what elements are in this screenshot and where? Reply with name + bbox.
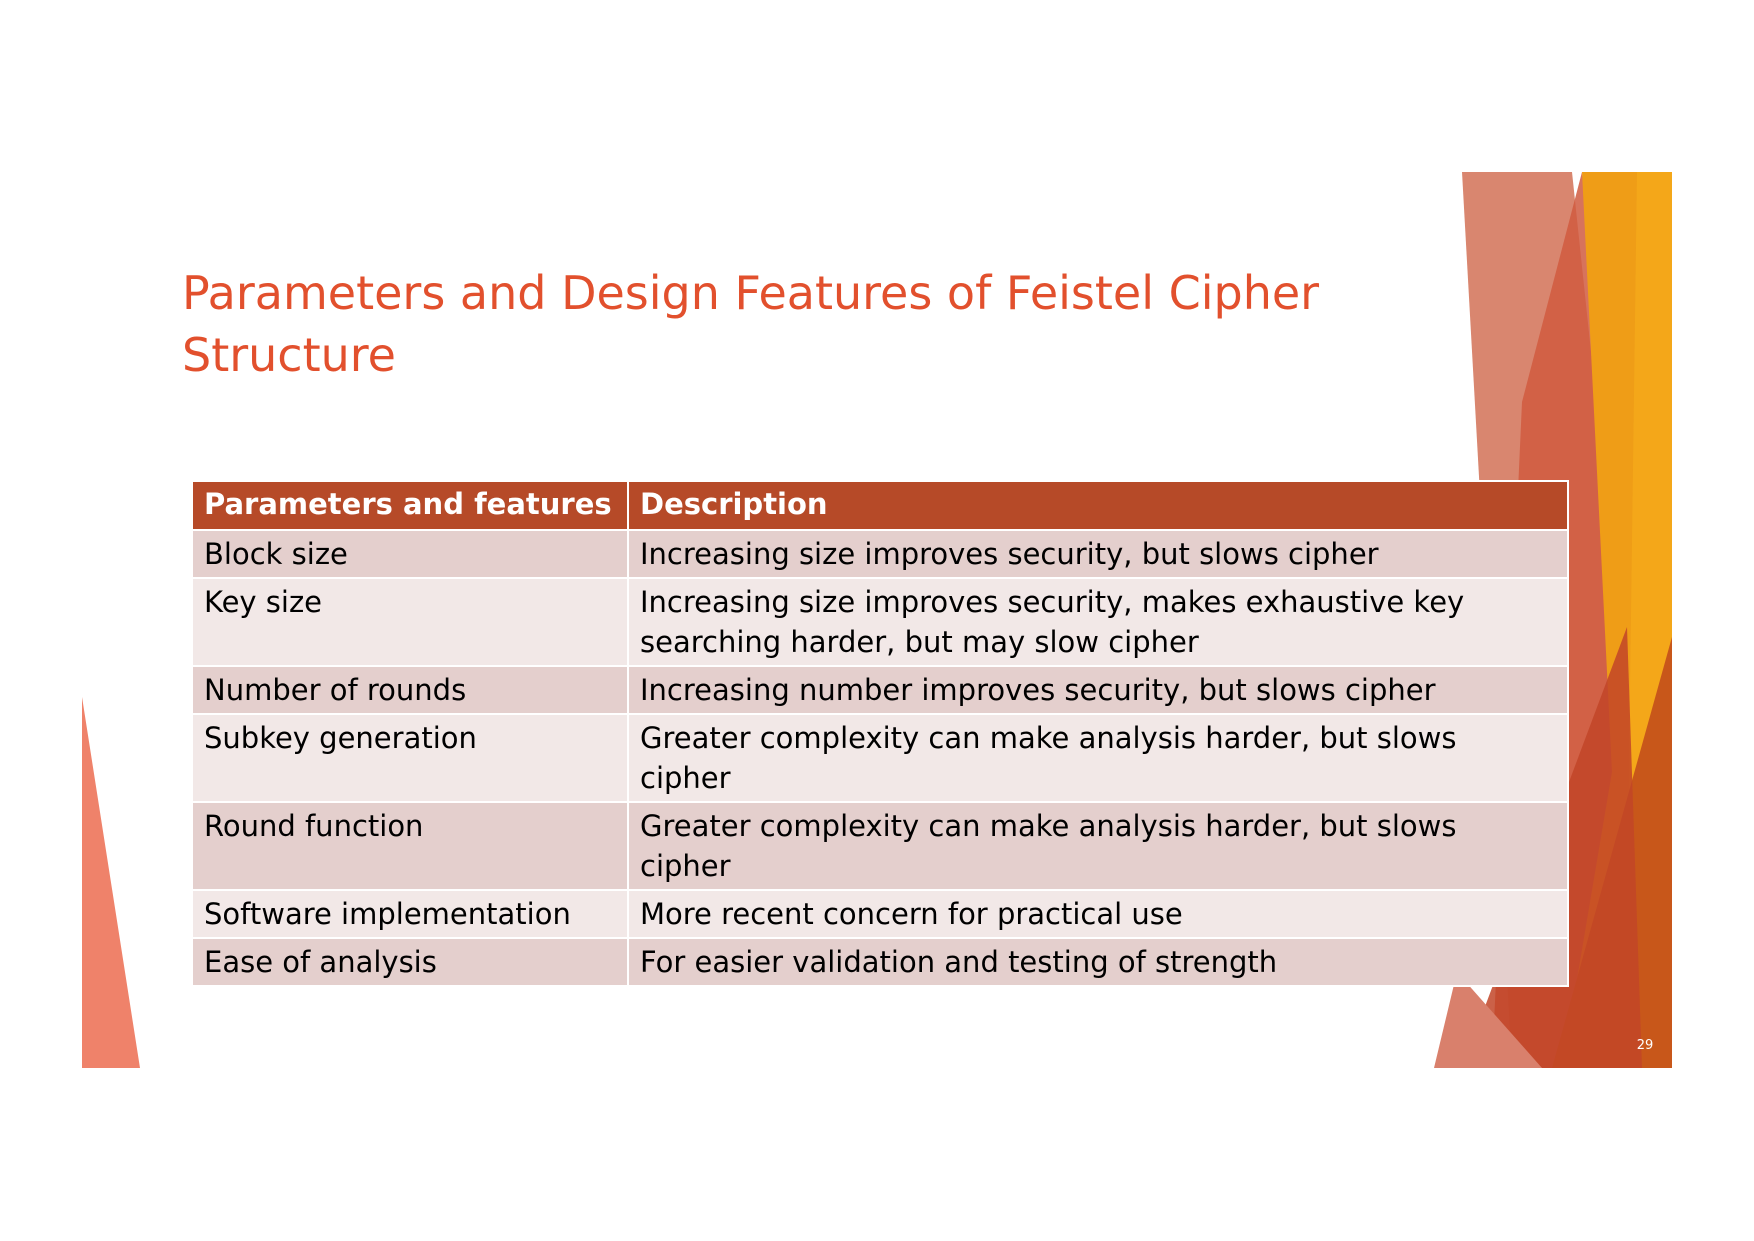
table-row: Block size Increasing size improves secu… bbox=[191, 529, 1569, 579]
slide: Parameters and Design Features of Feiste… bbox=[82, 172, 1672, 1068]
parameter-cell: Block size bbox=[191, 529, 629, 579]
table-row: Round function Greater complexity can ma… bbox=[191, 801, 1569, 891]
parameter-cell: Ease of analysis bbox=[191, 937, 629, 987]
parameter-cell: Software implementation bbox=[191, 889, 629, 939]
description-cell: More recent concern for practical use bbox=[627, 889, 1569, 939]
parameter-cell: Round function bbox=[191, 801, 629, 891]
description-cell: Greater complexity can make analysis har… bbox=[627, 713, 1569, 803]
description-cell: Increasing size improves security, makes… bbox=[627, 577, 1569, 667]
description-cell: Greater complexity can make analysis har… bbox=[627, 801, 1569, 891]
column-header-parameters: Parameters and features bbox=[191, 480, 629, 531]
description-cell: For easier validation and testing of str… bbox=[627, 937, 1569, 987]
table-row: Subkey generation Greater complexity can… bbox=[191, 713, 1569, 803]
parameter-cell: Key size bbox=[191, 577, 629, 667]
parameters-table: Parameters and features Description Bloc… bbox=[191, 480, 1569, 987]
parameter-cell: Subkey generation bbox=[191, 713, 629, 803]
description-cell: Increasing size improves security, but s… bbox=[627, 529, 1569, 579]
left-accent-triangle bbox=[82, 697, 140, 1068]
table-row: Software implementation More recent conc… bbox=[191, 889, 1569, 939]
page-number: 29 bbox=[1636, 1038, 1654, 1053]
slide-title: Parameters and Design Features of Feiste… bbox=[182, 266, 1320, 382]
description-cell: Increasing number improves security, but… bbox=[627, 665, 1569, 715]
table-header-row: Parameters and features Description bbox=[191, 480, 1569, 531]
column-header-description: Description bbox=[627, 480, 1569, 531]
parameter-cell: Number of rounds bbox=[191, 665, 629, 715]
table-row: Key size Increasing size improves securi… bbox=[191, 577, 1569, 667]
table-row: Number of rounds Increasing number impro… bbox=[191, 665, 1569, 715]
table-row: Ease of analysis For easier validation a… bbox=[191, 937, 1569, 987]
